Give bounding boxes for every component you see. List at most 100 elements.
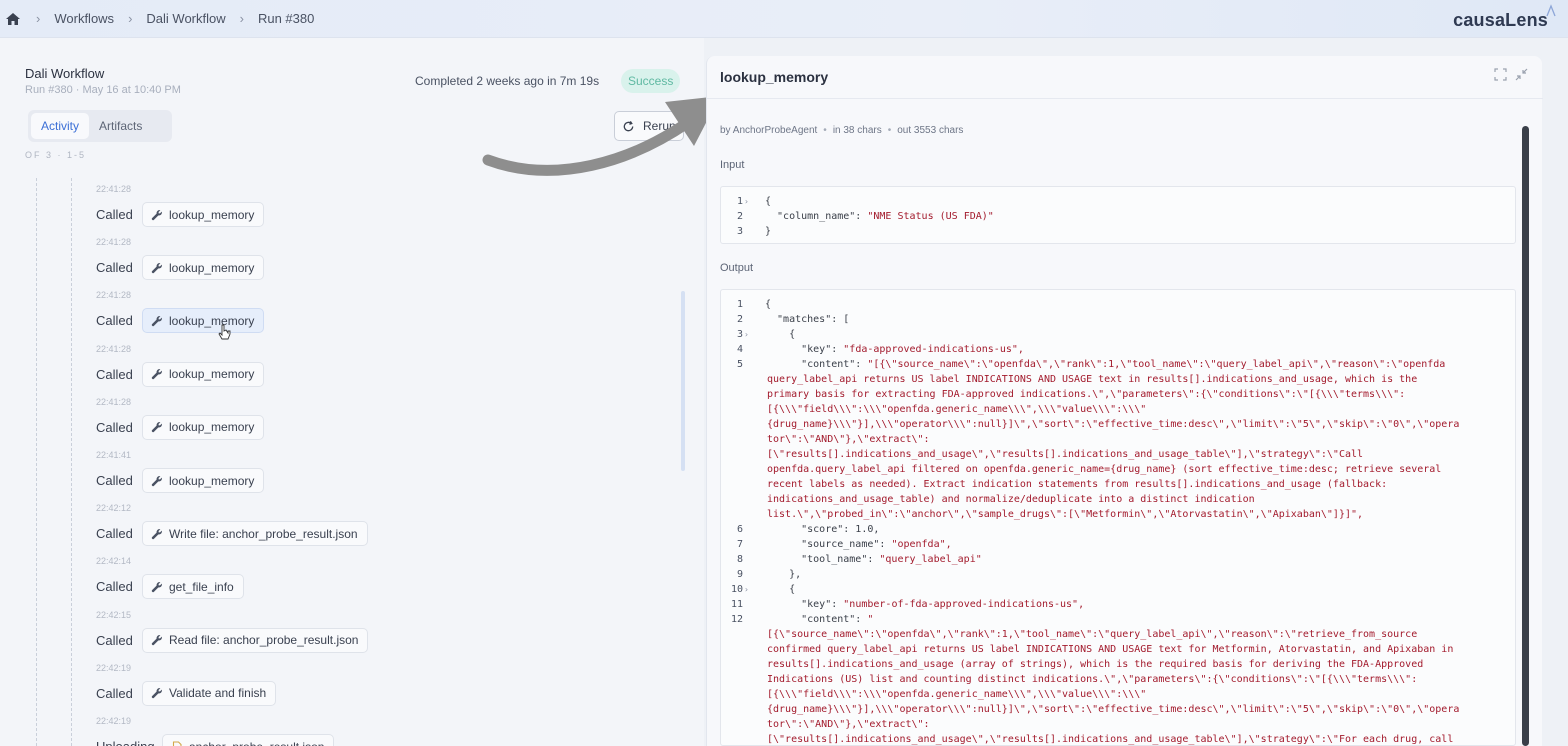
- status-badge: Success: [621, 69, 681, 93]
- meta-output-size: out 3553 chars: [897, 125, 964, 136]
- code-line: 1 › {: [721, 194, 1515, 209]
- tool-call-chip[interactable]: lookup_memory: [142, 361, 265, 387]
- code-value: "fda-approved-indications-us",: [843, 344, 1024, 355]
- code-wrapped-line: tor\":\"AND\"},\"extract\":: [767, 434, 930, 445]
- event-action: Called: [96, 260, 133, 276]
- code-key: "tool_name":: [765, 554, 880, 565]
- wrench-icon: [151, 422, 162, 433]
- output-code-block[interactable]: 1{2 "matches": [3 › {4 "key": "fda-approv…: [720, 289, 1516, 746]
- code-line: 5 "content": "[{\"source_name\":\"openfd…: [721, 357, 1515, 522]
- wrench-icon: [151, 369, 162, 380]
- code-wrapped-line: [{\\\"field\\\":\\\"openfda.generic_name…: [767, 689, 1147, 700]
- tool-call-chip[interactable]: get_file_info: [142, 574, 244, 600]
- code-line: 11 "key": "number-of-fda-approved-indica…: [721, 597, 1515, 612]
- run-duration: Completed 2 weeks ago in 7m 19s: [415, 74, 600, 88]
- code-line: 3}: [721, 224, 1515, 239]
- tool-call-chip[interactable]: Read file: anchor_probe_result.json: [142, 627, 369, 653]
- line-number: 10: [730, 584, 743, 595]
- logo-spark-icon: [1546, 4, 1556, 17]
- tool-name: Validate and finish: [169, 686, 267, 701]
- rerun-button[interactable]: Rerun: [614, 111, 684, 141]
- tool-call-detail-panel: lookup_memory by AnchorProbeAgent • in 38 …: [706, 56, 1543, 746]
- code-key: "key":: [765, 599, 844, 610]
- breadcrumb-separator: ›: [128, 11, 133, 26]
- wrench-icon: [151, 262, 162, 273]
- line-number: 11: [730, 599, 743, 610]
- collapse-icon[interactable]: [1515, 68, 1528, 81]
- code-key: "matches": [: [765, 314, 850, 325]
- tool-name: lookup_memory: [169, 207, 255, 222]
- code-value: "NME Status (US FDA)": [867, 211, 994, 222]
- tool-name: lookup_memory: [169, 473, 255, 488]
- tool-name: Read file: anchor_probe_result.json: [169, 633, 359, 648]
- tool-call-chip[interactable]: lookup_memory: [142, 202, 265, 227]
- tool-name: anchor_probe_result.json: [189, 740, 324, 746]
- run-activity-panel: Dali Workflow Run #380 · May 16 at 10:40…: [0, 38, 704, 746]
- tab-artifacts[interactable]: Artifacts: [89, 113, 152, 139]
- breadcrumb-run[interactable]: Run #380: [258, 11, 314, 26]
- code-wrapped-line: {drug_name}\\\"}],\\\"operator\\\":null}…: [767, 419, 1460, 430]
- line-number: 2: [736, 314, 743, 325]
- code-line: 12 "content": " [{\"source_name\":\"openf…: [721, 612, 1515, 745]
- activity-event: 22:41:41 Called lookup_memory: [96, 450, 265, 493]
- code-value: "[{\"source_name\":\"openfda\",\"rank\":…: [867, 359, 1446, 370]
- code-wrapped-line: [\"results[].indications_and_usage\",\"r…: [767, 449, 1364, 460]
- tool-name: get_file_info: [169, 579, 234, 594]
- expand-icon[interactable]: [1494, 68, 1507, 81]
- brand-logo[interactable]: causaLens: [1453, 10, 1548, 31]
- fold-toggle-icon[interactable]: ›: [744, 194, 749, 209]
- breadcrumb-workflow[interactable]: Dali Workflow: [146, 11, 225, 26]
- code-wrapped-line: {drug_name}\\\"}],\\\"operator\\\":null}…: [767, 704, 1460, 715]
- code-key: },: [765, 569, 802, 580]
- tool-call-chip[interactable]: lookup_memory: [142, 414, 265, 440]
- tool-call-chip[interactable]: Validate and finish: [142, 680, 277, 706]
- event-timestamp: 22:42:14: [96, 556, 132, 567]
- tool-name: lookup_memory: [169, 313, 255, 328]
- event-action: Uploading: [96, 739, 162, 746]
- breadcrumb-separator: ›: [36, 11, 41, 26]
- input-code-block[interactable]: 1 › {2 "column_name": "NME Status (US FDA)…: [720, 186, 1516, 244]
- wrench-icon: [151, 688, 162, 699]
- code-key: {: [765, 196, 772, 207]
- activity-scrollbar[interactable]: [681, 291, 685, 471]
- event-timestamp: 22:41:28: [96, 396, 132, 407]
- line-number: 1: [736, 299, 743, 310]
- event-timestamp: 22:41:28: [96, 237, 132, 248]
- upload-chip[interactable]: anchor_probe_result.json: [162, 734, 335, 746]
- activity-event: 22:42:15 Called Read file: anchor_probe_re…: [96, 610, 369, 653]
- activity-event: 22:41:28 Called lookup_memory: [96, 343, 265, 387]
- event-timestamp: 22:41:28: [96, 343, 132, 354]
- code-wrapped-line: openfda.query_label_api filtered on open…: [767, 464, 1442, 475]
- tool-call-chip[interactable]: lookup_memory: [142, 255, 265, 281]
- line-number: 5: [736, 359, 743, 370]
- home-icon[interactable]: [4, 10, 22, 28]
- detail-scrollbar[interactable]: [1522, 126, 1529, 746]
- fold-toggle-icon[interactable]: ›: [744, 327, 749, 342]
- code-line: 10 › {: [721, 582, 1515, 597]
- tool-name: lookup_memory: [169, 420, 255, 435]
- code-wrapped-line: confirmed query_label_api returns US lab…: [767, 644, 1454, 655]
- tool-call-chip[interactable]: lookup_memory: [142, 468, 265, 493]
- top-bar: › Workflows › Dali Workflow › Run #380 c…: [0, 0, 1568, 38]
- code-wrapped-line: query_label_api returns US label INDICAT…: [767, 374, 1418, 385]
- event-action: Called: [96, 207, 133, 222]
- code-line: 7 "source_name": "openfda",: [721, 537, 1515, 552]
- event-action: Called: [96, 632, 133, 648]
- breadcrumb-workflows[interactable]: Workflows: [54, 11, 114, 26]
- event-action: Called: [96, 685, 133, 701]
- meta-input-size: in 38 chars: [832, 125, 882, 136]
- tool-call-chip[interactable]: lookup_memory: [142, 308, 265, 334]
- fold-toggle-icon[interactable]: ›: [744, 582, 749, 597]
- code-wrapped-line: primary basis for extracting FDA-approve…: [767, 389, 1406, 400]
- tab-activity[interactable]: Activity: [31, 113, 90, 139]
- code-line: 8 "tool_name": "query_label_api": [721, 552, 1515, 567]
- code-line: 9 },: [721, 567, 1515, 582]
- workflow-title: Dali Workflow: [25, 66, 105, 81]
- line-number: 6: [736, 524, 743, 535]
- wrench-icon: [151, 528, 162, 539]
- code-key: "column_name":: [765, 211, 868, 222]
- tool-call-chip[interactable]: Write file: anchor_probe_result.json: [142, 521, 368, 547]
- code-line: 2 "column_name": "NME Status (US FDA)": [721, 209, 1515, 224]
- code-line: 6 "score": 1.0,: [721, 522, 1515, 537]
- tool-name: Write file: anchor_probe_result.json: [169, 526, 358, 541]
